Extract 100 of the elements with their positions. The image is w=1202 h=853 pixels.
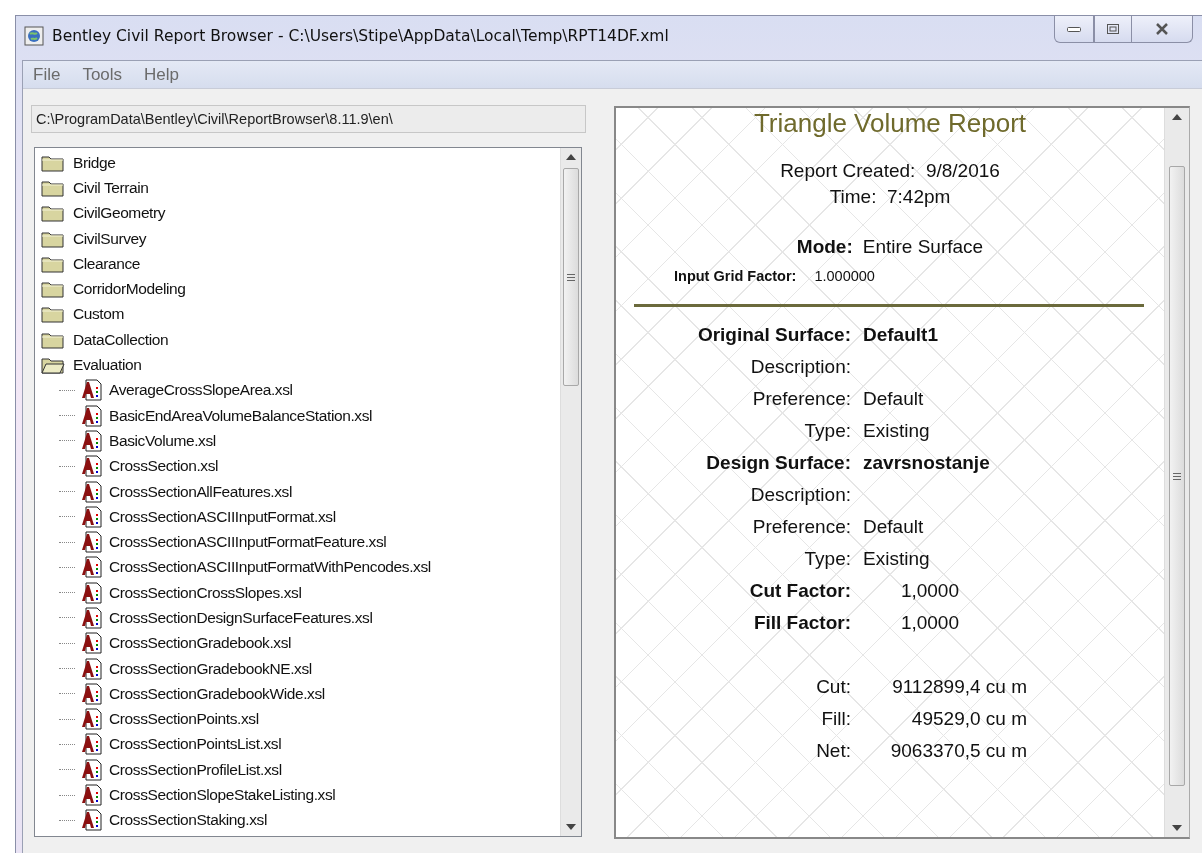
folder-tree-item[interactable]: CivilSurvey	[73, 229, 147, 248]
report-label: Net:	[815, 739, 851, 763]
report-label: Original Surface:	[696, 323, 851, 347]
scroll-thumb[interactable]	[1169, 166, 1185, 786]
scrollbar[interactable]	[560, 148, 581, 836]
report-label: Design Surface:	[705, 451, 851, 475]
window-title: Bentley Civil Report Browser - C:\Users\Stipe\AppData\Local\Temp\RPT14DF.xml	[52, 27, 670, 45]
stylesheet-file-icon	[81, 505, 103, 528]
report-value: 9112899,4 cu m	[891, 675, 1027, 699]
file-tree-item[interactable]: CrossSectionAllFeatures.xsl	[109, 482, 293, 501]
stylesheet-file-icon	[81, 429, 103, 452]
report-label: Type:	[803, 419, 851, 443]
folder-icon	[41, 254, 65, 273]
grid-factor-value: 1.000000	[814, 268, 875, 284]
menu-item[interactable]: Help	[144, 64, 180, 85]
report-label: Fill:	[820, 707, 851, 731]
file-tree-item[interactable]: CrossSectionGradebook.xsl	[109, 634, 292, 653]
stylesheet-file-icon	[81, 809, 103, 832]
stylesheet-file-icon	[81, 455, 103, 478]
file-tree-item[interactable]: CrossSectionCrossSlopes.xsl	[109, 583, 302, 602]
folder-tree-item[interactable]: Clearance	[73, 254, 141, 273]
scroll-up-arrow-icon[interactable]	[1172, 114, 1182, 120]
file-tree-item[interactable]: BasicEndAreaVolumeBalanceStation.xsl	[109, 406, 373, 425]
report-label: Preference:	[751, 515, 851, 539]
app-globe-icon	[24, 26, 44, 46]
file-tree-item[interactable]: CrossSectionGradebookWide.xsl	[109, 684, 325, 703]
mode-value: Entire Surface	[862, 236, 984, 258]
report-label: Cut Factor:	[748, 579, 851, 603]
scroll-down-arrow-icon[interactable]	[566, 824, 576, 830]
maximize-button[interactable]	[1094, 16, 1132, 43]
scroll-up-arrow-icon[interactable]	[566, 154, 576, 160]
stylesheet-file-icon	[81, 607, 103, 629]
report-title: Triangle Volume Report	[753, 108, 1027, 138]
stylesheet-file-icon	[81, 404, 103, 427]
folder-tree-item[interactable]: Bridge	[73, 153, 116, 172]
file-tree-item[interactable]: CrossSection.xsl	[109, 457, 219, 476]
minimize-button[interactable]	[1054, 16, 1094, 43]
stylesheet-file-icon	[81, 708, 103, 731]
menu-item[interactable]: Tools	[82, 64, 123, 85]
grip-icon	[1173, 472, 1181, 480]
file-tree-item[interactable]: CrossSectionSlopeStakeListing.xsl	[109, 786, 336, 805]
report-value: Default	[863, 387, 925, 411]
scroll-thumb[interactable]	[563, 168, 579, 386]
file-tree-item[interactable]: AverageCrossSlopeArea.xsl	[109, 381, 293, 400]
folder-tree-item[interactable]: DataCollection	[73, 330, 169, 349]
folder-icon	[41, 330, 65, 349]
path-field[interactable]: C:\ProgramData\Bentley\Civil\ReportBrowser\8.11.9\en\	[31, 105, 586, 133]
stylesheet-file-icon	[81, 784, 103, 807]
report-info-line: Time: 7:42pm	[829, 185, 951, 209]
menu-item[interactable]: File	[33, 64, 61, 85]
stylesheet-file-icon	[81, 379, 103, 402]
stylesheet-file-icon	[81, 733, 103, 756]
report-value: 1,0000	[899, 579, 959, 603]
file-tree-item[interactable]: CrossSectionStaking.xsl	[109, 811, 267, 830]
stylesheet-file-icon	[81, 581, 103, 604]
report-label: Description:	[749, 483, 851, 507]
report-value: Existing	[863, 547, 931, 571]
file-tree-item[interactable]: CrossSectionPointsList.xsl	[109, 735, 282, 754]
stylesheet-file-icon	[81, 531, 103, 554]
report-value: Existing	[863, 419, 931, 443]
scroll-down-arrow-icon[interactable]	[1172, 825, 1182, 831]
folder-tree-item[interactable]: Custom	[73, 305, 124, 324]
minimize-icon	[1067, 26, 1081, 32]
close-button[interactable]	[1132, 16, 1193, 43]
folder-tree-item[interactable]: Civil Terrain	[73, 178, 149, 197]
file-tree-item[interactable]: CrossSectionASCIIInputFormatWithPencodes.xsl	[109, 558, 431, 577]
grid-factor-label: Input Grid Factor:	[674, 268, 797, 284]
folder-tree-item[interactable]: CorridorModeling	[73, 280, 186, 299]
folder-tree-item[interactable]: CivilGeometry	[73, 204, 166, 223]
folder-icon	[41, 153, 65, 172]
report-info-line: Report Created: 9/8/2016	[780, 159, 1000, 183]
file-tree-item[interactable]: CrossSectionGradebookNE.xsl	[109, 659, 312, 678]
report-label: Fill Factor:	[752, 611, 851, 635]
file-tree-item[interactable]: CrossSectionASCIIInputFormatFeature.xsl	[109, 533, 387, 552]
file-tree-item[interactable]: CrossSectionProfileList.xsl	[109, 760, 282, 779]
stylesheet-file-icon	[81, 657, 103, 680]
report-label: Description:	[749, 355, 851, 379]
scrollbar[interactable]	[1164, 108, 1189, 837]
report-value: zavrsnostanje	[863, 451, 991, 475]
report-label: Preference:	[751, 387, 851, 411]
report-value: 9063370,5 cu m	[889, 739, 1027, 763]
file-tree-item[interactable]: CrossSectionASCIIInputFormat.xsl	[109, 507, 336, 526]
folder-tree-item[interactable]: Evaluation	[73, 356, 142, 374]
file-tree-item[interactable]: CrossSectionPoints.xsl	[109, 710, 259, 729]
report-label: Type:	[803, 547, 851, 571]
file-tree-item[interactable]: CrossSectionDesignSurfaceFeatures.xsl	[109, 609, 373, 627]
stylesheet-file-icon	[81, 682, 103, 705]
mode-label: Mode:	[796, 236, 853, 258]
stylesheet-file-icon	[81, 758, 103, 781]
report-label: Cut:	[815, 675, 851, 699]
open-folder-icon	[41, 356, 65, 374]
maximize-icon	[1107, 24, 1119, 34]
report-value: 49529,0 cu m	[910, 707, 1027, 731]
folder-icon	[41, 204, 65, 223]
report-value: Default1	[863, 323, 939, 347]
folder-icon	[41, 305, 65, 324]
file-tree-item[interactable]: BasicVolume.xsl	[109, 431, 216, 450]
report-value: 1,0000	[899, 611, 959, 635]
stylesheet-file-icon	[81, 632, 103, 655]
stylesheet-file-icon	[81, 556, 103, 579]
